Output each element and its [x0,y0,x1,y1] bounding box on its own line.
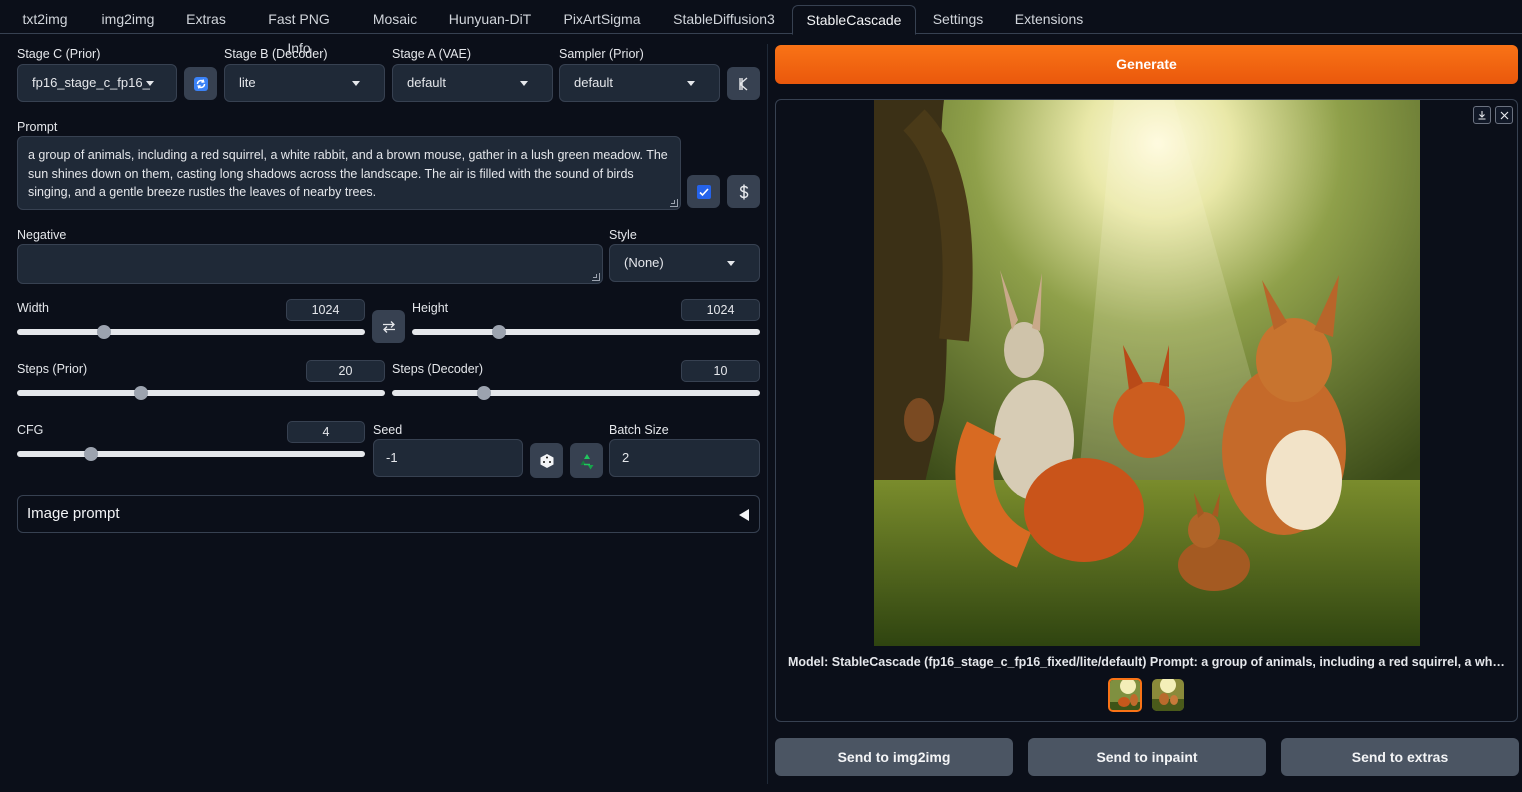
prompt-textarea[interactable]: a group of animals, including a red squi… [17,136,681,210]
generate-button[interactable]: Generate [775,45,1518,84]
tab-mosaic[interactable]: Mosaic [362,5,428,34]
close-icon [1500,111,1508,119]
recycle-icon [580,453,593,469]
steps-decoder-slider-thumb[interactable] [476,386,491,400]
tab-hunyuan-dit[interactable]: Hunyuan-DiT [438,5,542,34]
gallery-thumbnail[interactable] [1152,679,1184,711]
random-seed-button[interactable] [530,443,563,478]
triangle-left-icon [739,509,749,521]
cfg-slider-thumb[interactable] [83,447,98,461]
steps-prior-slider-thumb[interactable] [133,386,148,400]
style-label: Style [609,228,637,242]
height-slider[interactable] [412,325,760,339]
steps-prior-slider[interactable] [17,386,385,400]
height-number[interactable]: 1024 [681,299,760,321]
negative-label: Negative [17,228,67,242]
chevron-down-icon [146,81,154,86]
panel-divider [767,44,768,784]
resize-handle-icon[interactable] [670,199,678,207]
width-number[interactable]: 1024 [286,299,365,321]
tab-fast-png-info[interactable]: Fast PNG Info [246,5,352,56]
steps-decoder-slider[interactable] [392,386,760,400]
sampler-value: default [574,75,614,90]
tab-extras[interactable]: Extras [176,5,236,34]
tab-extensions[interactable]: Extensions [1004,5,1094,34]
image-prompt-label: Image prompt [27,505,120,522]
stage-b-label: Stage B (Decoder) [224,47,328,61]
tab-bar: txt2img img2img Extras Fast PNG Info Mos… [0,0,1522,56]
steps-decoder-number[interactable]: 10 [681,360,760,382]
height-label: Height [412,301,449,315]
dollar-button[interactable] [727,175,760,208]
chevron-down-icon [520,81,528,86]
stage-c-select[interactable]: fp16_stage_c_fp16_ [17,64,177,102]
seed-input[interactable]: -1 [373,439,523,477]
image-prompt-accordion[interactable]: Image prompt [17,495,760,533]
cfg-number[interactable]: 4 [287,421,365,443]
output-gallery: Model: StableCascade (fp16_stage_c_fp16_… [775,99,1518,722]
send-to-img2img-button[interactable]: Send to img2img [775,738,1013,776]
resize-handle-icon[interactable] [592,273,600,281]
stage-c-label: Stage C (Prior) [17,47,101,61]
tab-img2img[interactable]: img2img [90,5,166,34]
chevron-down-icon [687,81,695,86]
cfg-label: CFG [17,423,44,437]
chevron-down-icon [727,261,735,266]
prompt-text: a group of animals, including a red squi… [28,148,668,199]
k-icon [738,76,747,91]
refresh-icon [193,76,208,91]
send-to-inpaint-button[interactable]: Send to inpaint [1028,738,1266,776]
tab-txt2img[interactable]: txt2img [10,5,80,34]
chevron-down-icon [352,81,360,86]
style-select[interactable]: (None) [609,244,760,282]
stage-a-select[interactable]: default [392,64,553,102]
dollar-icon [739,184,748,199]
steps-prior-label: Steps (Prior) [17,362,88,376]
cfg-slider[interactable] [17,447,365,461]
swap-icon [382,320,395,333]
dice-icon [540,453,553,468]
send-to-extras-button[interactable]: Send to extras [1281,738,1519,776]
checkbox-button[interactable] [687,175,720,208]
width-slider-thumb[interactable] [97,325,112,339]
download-icon [1478,111,1486,120]
tab-stablediffusion3[interactable]: StableDiffusion3 [662,5,786,34]
stage-a-value: default [407,75,447,90]
tab-stablecascade[interactable]: StableCascade [792,5,916,35]
swap-dimensions-button[interactable] [372,310,405,343]
generated-image[interactable] [874,100,1420,646]
image-caption: Model: StableCascade (fp16_stage_c_fp16_… [788,655,1508,669]
stage-b-select[interactable]: lite [224,64,385,102]
checkbox-icon [696,184,711,199]
stage-b-value: lite [239,75,256,90]
steps-prior-number[interactable]: 20 [306,360,385,382]
reuse-seed-button[interactable] [570,443,603,478]
sampler-label: Sampler (Prior) [559,47,644,61]
batch-size-input[interactable]: 2 [609,439,760,477]
width-slider[interactable] [17,325,365,339]
k-button[interactable] [727,67,760,100]
tab-pixartsigma[interactable]: PixArtSigma [552,5,652,34]
stage-a-label: Stage A (VAE) [392,47,471,61]
negative-textarea[interactable] [17,244,603,284]
refresh-models-button[interactable] [184,67,217,100]
seed-label: Seed [373,423,403,437]
gallery-thumbnail[interactable] [1108,678,1142,712]
width-label: Width [17,301,49,315]
height-slider-thumb[interactable] [492,325,507,339]
close-button[interactable] [1495,106,1513,124]
prompt-label: Prompt [17,120,58,134]
tab-settings[interactable]: Settings [922,5,994,34]
sampler-select[interactable]: default [559,64,720,102]
batch-size-label: Batch Size [609,423,669,437]
download-button[interactable] [1473,106,1491,124]
style-value: (None) [624,255,664,270]
steps-decoder-label: Steps (Decoder) [392,362,484,376]
stage-c-value: fp16_stage_c_fp16_ [32,75,150,90]
